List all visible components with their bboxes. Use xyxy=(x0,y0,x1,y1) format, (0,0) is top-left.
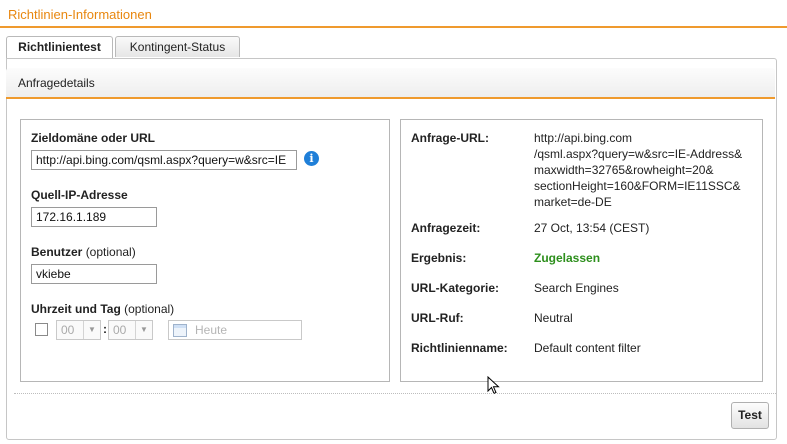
tab-kontingent-status[interactable]: Kontingent-Status xyxy=(115,36,240,57)
request-url-line: market=de-DE xyxy=(534,195,612,209)
url-category-value: Search Engines xyxy=(534,281,619,295)
request-url-line: maxwidth=32765&rowheight=20& xyxy=(534,163,714,177)
chevron-down-icon: ▼ xyxy=(83,321,100,339)
url-reputation-value: Neutral xyxy=(534,311,573,325)
request-url-line: sectionHeight=160&FORM=IE11SSC& xyxy=(534,179,741,193)
url-input[interactable]: http://api.bing.com/qsml.aspx?query=w&sr… xyxy=(31,150,297,170)
test-button[interactable]: Test xyxy=(731,402,769,429)
url-category-label: URL-Kategorie: xyxy=(411,281,500,295)
time-label: Uhrzeit und Tag (optional) xyxy=(31,302,174,316)
url-reputation-label: URL-Ruf: xyxy=(411,311,464,325)
date-placeholder: Heute xyxy=(195,323,228,337)
calendar-icon[interactable] xyxy=(173,324,187,337)
page-title: Richtlinien-Informationen xyxy=(8,7,152,22)
request-url-value: http://api.bing.com /qsml.aspx?query=w&s… xyxy=(534,130,742,210)
footer-divider xyxy=(14,393,776,394)
ip-label: Quell-IP-Adresse xyxy=(31,188,128,202)
title-divider xyxy=(0,26,787,28)
policy-name-value: Default content filter xyxy=(534,341,641,355)
ip-input[interactable]: 172.16.1.189 xyxy=(31,207,157,227)
user-input[interactable]: vkiebe xyxy=(31,264,157,284)
date-input[interactable]: Heute xyxy=(168,320,302,340)
minute-select[interactable]: 00 ▼ xyxy=(108,320,153,340)
result-label: Ergebnis: xyxy=(411,251,467,265)
minute-value: 00 xyxy=(113,323,127,337)
time-enable-checkbox[interactable] xyxy=(35,323,48,336)
time-optional-text: (optional) xyxy=(124,302,175,316)
user-label-text: Benutzer xyxy=(31,245,83,259)
section-header: Anfragedetails xyxy=(6,68,775,99)
result-status-value: Zugelassen xyxy=(534,251,601,265)
tab-richtlinientest[interactable]: Richtlinientest xyxy=(6,36,113,58)
request-url-line: http://api.bing.com xyxy=(534,131,633,145)
policy-name-label: Richtlinienname: xyxy=(411,341,508,355)
request-time-value: 27 Oct, 13:54 (CEST) xyxy=(534,221,650,235)
chevron-down-icon: ▼ xyxy=(135,321,152,339)
request-url-line: /qsml.aspx?query=w&src=IE-Address& xyxy=(534,147,743,161)
time-separator: : xyxy=(103,322,107,336)
hour-select[interactable]: 00 ▼ xyxy=(56,320,101,340)
info-icon[interactable]: i xyxy=(304,151,319,166)
request-url-label: Anfrage-URL: xyxy=(411,131,489,145)
time-label-text: Uhrzeit und Tag xyxy=(31,302,121,316)
request-time-label: Anfragezeit: xyxy=(411,221,481,235)
hour-value: 00 xyxy=(61,323,75,337)
url-label: Zieldomäne oder URL xyxy=(31,131,156,145)
user-label: Benutzer (optional) xyxy=(31,245,136,259)
user-optional-text: (optional) xyxy=(85,245,136,259)
section-title: Anfragedetails xyxy=(18,76,95,90)
